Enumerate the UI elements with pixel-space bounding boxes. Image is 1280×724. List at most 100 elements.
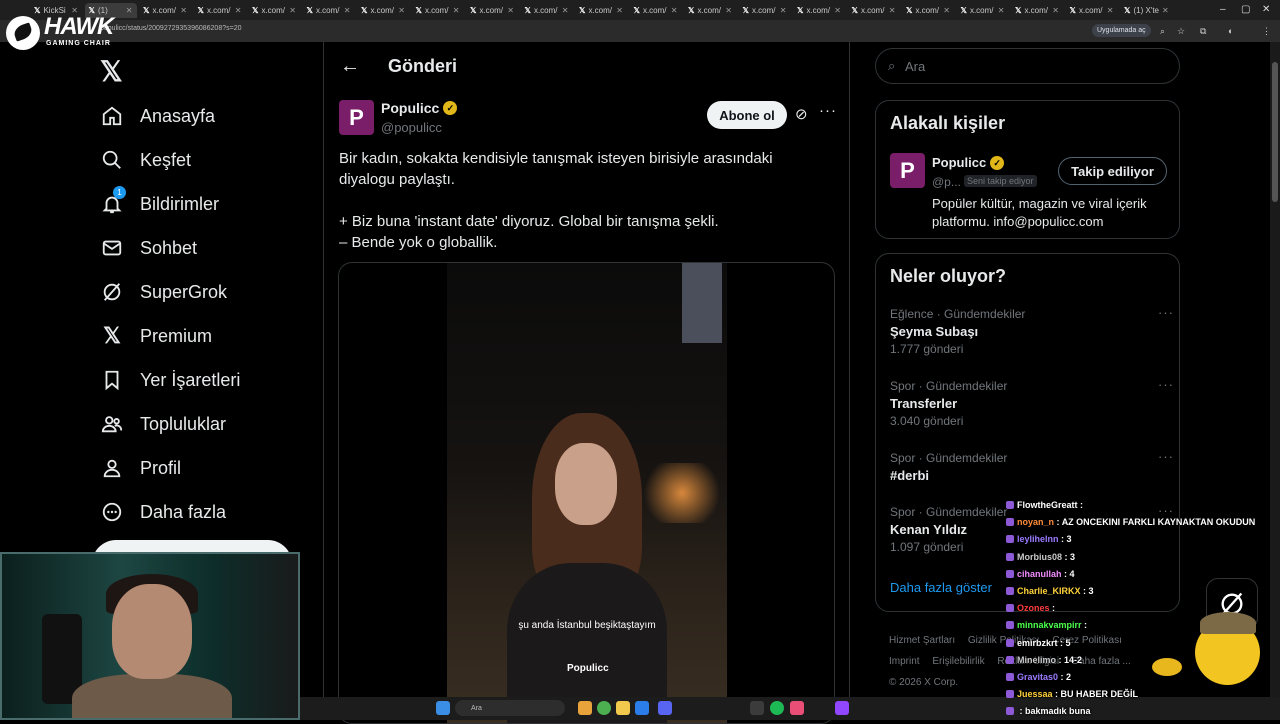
nav-item-supergrok[interactable]: SuperGrok xyxy=(100,270,240,314)
file-explorer-icon[interactable] xyxy=(578,701,592,715)
nav-item-more[interactable]: Daha fazla xyxy=(100,490,240,534)
folder-icon[interactable] xyxy=(616,701,630,715)
browser-tab[interactable]: 𝕏x.com/✕ xyxy=(630,3,682,18)
footer-link[interactable]: Hizmet Şartları xyxy=(889,635,955,646)
twitch-icon[interactable] xyxy=(835,701,849,715)
related-name-row[interactable]: Populicc ✓ xyxy=(932,155,1005,170)
tab-close-icon[interactable]: ✕ xyxy=(834,6,841,15)
show-more-link[interactable]: Daha fazla göster xyxy=(890,580,992,595)
x-logo-icon[interactable]: 𝕏 xyxy=(100,55,123,88)
url-text[interactable]: populicc/status/2009272935396086208?s=20 xyxy=(100,25,241,32)
footer-link[interactable]: Erişilebilirlik xyxy=(932,656,984,667)
trend-item[interactable]: Eğlence · Gündemdekiler Şeyma Subaşı 1.7… xyxy=(890,305,1173,356)
trend-more-icon[interactable]: ··· xyxy=(1158,449,1174,464)
browser-tab[interactable]: 𝕏x.com/✕ xyxy=(957,3,1009,18)
trend-more-icon[interactable]: ··· xyxy=(1158,377,1174,392)
tab-close-icon[interactable]: ✕ xyxy=(344,6,351,15)
tab-close-icon[interactable]: ✕ xyxy=(725,6,732,15)
app-icon[interactable] xyxy=(790,701,804,715)
tab-close-icon[interactable]: ✕ xyxy=(453,6,460,15)
tab-close-icon[interactable]: ✕ xyxy=(235,6,242,15)
tab-close-icon[interactable]: ✕ xyxy=(289,6,296,15)
following-button[interactable]: Takip ediliyor xyxy=(1058,157,1167,185)
related-avatar[interactable]: P xyxy=(890,153,925,188)
browser-tab[interactable]: 𝕏x.com/✕ xyxy=(902,3,954,18)
browser-tab[interactable]: 𝕏x.com/✕ xyxy=(248,3,300,18)
browser-tab[interactable]: 𝕏 (1) X'te ✕ xyxy=(1120,3,1172,18)
chrome-icon[interactable] xyxy=(597,701,611,715)
browser-tab[interactable]: 𝕏x.com/✕ xyxy=(739,3,791,18)
subscribe-button[interactable]: Abone ol xyxy=(707,101,787,129)
nav-item-chat[interactable]: Sohbet xyxy=(100,226,240,270)
browser-tab[interactable]: 𝕏x.com/✕ xyxy=(793,3,845,18)
zoom-icon[interactable]: ⌕ xyxy=(1160,26,1165,37)
tab-close-icon[interactable]: ✕ xyxy=(998,6,1005,15)
nav-item-home[interactable]: Anasayfa xyxy=(100,94,240,138)
tab-close-icon[interactable]: ✕ xyxy=(943,6,950,15)
close-window-icon[interactable]: ✕ xyxy=(1262,4,1270,15)
author-name-row[interactable]: Populicc ✓ xyxy=(381,100,458,116)
tab-close-icon[interactable]: ✕ xyxy=(889,6,896,15)
browser-tab[interactable]: 𝕏x.com/✕ xyxy=(466,3,518,18)
browser-tab[interactable]: 𝕏x.com/✕ xyxy=(575,3,627,18)
browser-tab[interactable]: 𝕏x.com/✕ xyxy=(303,3,355,18)
tab-close-icon[interactable]: ✕ xyxy=(671,6,678,15)
nav-item-explore[interactable]: Keşfet xyxy=(100,138,240,182)
windows-start-icon[interactable] xyxy=(436,701,450,715)
browser-tab[interactable]: 𝕏x.com/✕ xyxy=(194,3,246,18)
address-bar[interactable]: populicc/status/2009272935396086208?s=20… xyxy=(0,20,1280,42)
browser-tab[interactable]: 𝕏x.com/✕ xyxy=(521,3,573,18)
tab-close-icon[interactable]: ✕ xyxy=(1107,6,1114,15)
browser-tab[interactable]: 𝕏x.com/✕ xyxy=(1011,3,1063,18)
trend-item[interactable]: Spor · Gündemdekiler #derbi ··· xyxy=(890,449,1173,483)
tab-close-icon[interactable]: ✕ xyxy=(1162,6,1169,15)
post-media[interactable]: şu anda İstanbul beşiktaştayım Populicc xyxy=(338,262,835,724)
trend-more-icon[interactable]: ··· xyxy=(1158,305,1174,320)
browser-tab[interactable]: 𝕏x.com/✕ xyxy=(139,3,191,18)
tab-close-icon[interactable]: ✕ xyxy=(616,6,623,15)
taskbar-search[interactable]: Ara xyxy=(455,700,565,716)
tab-close-icon[interactable]: ✕ xyxy=(780,6,787,15)
minimize-icon[interactable]: – xyxy=(1220,4,1226,15)
tab-close-icon[interactable]: ✕ xyxy=(398,6,405,15)
browser-tab[interactable]: 𝕏x.com/✕ xyxy=(1066,3,1118,18)
extensions-icon[interactable]: ⧉ xyxy=(1200,26,1206,37)
scrollbar-thumb[interactable] xyxy=(1272,62,1278,202)
related-name[interactable]: Populicc xyxy=(932,155,986,170)
tab-close-icon[interactable]: ✕ xyxy=(126,6,133,15)
browser-tab[interactable]: 𝕏x.com/✕ xyxy=(684,3,736,18)
maximize-icon[interactable]: ▢ xyxy=(1241,4,1250,15)
edge-icon[interactable] xyxy=(635,701,649,715)
open-in-app-chip[interactable]: Uygulamada aç xyxy=(1092,24,1151,37)
tab-close-icon[interactable]: ✕ xyxy=(562,6,569,15)
spotify-icon[interactable] xyxy=(770,701,784,715)
trend-item[interactable]: Spor · Gündemdekiler Transferler 3.040 g… xyxy=(890,377,1173,428)
tab-close-icon[interactable]: ✕ xyxy=(1052,6,1059,15)
nav-item-communities[interactable]: Topluluklar xyxy=(100,402,240,446)
browser-tab[interactable]: 𝕏x.com/✕ xyxy=(357,3,409,18)
chat-text: bakmadık buna xyxy=(1025,706,1091,717)
star-icon[interactable]: ☆ xyxy=(1177,26,1185,37)
menu-icon[interactable]: ⋮ xyxy=(1262,26,1271,37)
footer-link[interactable]: Imprint xyxy=(889,656,920,667)
browser-tab[interactable]: 𝕏x.com/✕ xyxy=(848,3,900,18)
related-handle[interactable]: @p... xyxy=(932,175,961,189)
discord-icon[interactable] xyxy=(658,701,672,715)
author-handle[interactable]: @populicc xyxy=(381,120,442,135)
grok-icon[interactable]: ⊘ xyxy=(795,105,808,123)
profile-icon[interactable]: ◐ xyxy=(1228,26,1233,36)
nav-item-notifications[interactable]: 1 Bildirimler xyxy=(100,182,240,226)
browser-tab[interactable]: 𝕏x.com/✕ xyxy=(412,3,464,18)
back-arrow-icon[interactable]: ← xyxy=(340,55,360,78)
tab-close-icon[interactable]: ✕ xyxy=(507,6,514,15)
more-options-icon[interactable]: ··· xyxy=(819,102,837,119)
nav-item-bookmarks[interactable]: Yer İşaretleri xyxy=(100,358,240,402)
nav-item-premium[interactable]: 𝕏 Premium xyxy=(100,314,240,358)
steam-icon[interactable] xyxy=(750,701,764,715)
author-name[interactable]: Populicc xyxy=(381,100,439,116)
video-player[interactable]: şu anda İstanbul beşiktaştayım Populicc xyxy=(447,263,727,723)
tab-close-icon[interactable]: ✕ xyxy=(180,6,187,15)
author-avatar[interactable]: P xyxy=(339,100,374,135)
search-input[interactable]: ⌕ Ara xyxy=(875,48,1180,84)
nav-item-profile[interactable]: Profil xyxy=(100,446,240,490)
